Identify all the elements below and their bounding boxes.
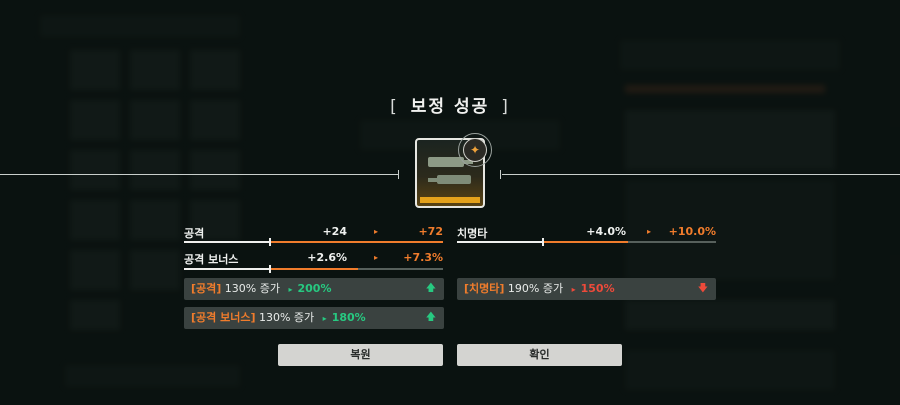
stat-old-value: +24 xyxy=(322,225,347,238)
title-right-bracket: ] xyxy=(501,97,510,117)
effect-row-attack-bonus: [공격 보너스] 130% 증가 ▸ 180% 🡅 xyxy=(184,307,444,329)
effect-old-value: 190% 증가 xyxy=(507,282,564,295)
increase-arrow-icon: 🡅 xyxy=(425,283,436,294)
effect-tag: [공격] xyxy=(191,282,222,295)
stat-label: 공격 보너스 xyxy=(184,253,239,266)
arrow-right-icon: ▸ xyxy=(288,285,293,294)
stat-old-value: +2.6% xyxy=(307,251,347,264)
increase-arrow-icon: 🡅 xyxy=(425,312,436,323)
effect-new-value: 150% xyxy=(580,282,615,295)
effect-row-critical: [치명타] 190% 증가 ▸ 150% 🡇 xyxy=(457,278,716,300)
confirm-button[interactable]: 확인 xyxy=(457,344,622,366)
divider-left-tick xyxy=(398,170,399,179)
arrow-right-icon: ▸ xyxy=(374,253,379,262)
stat-row-attack: 공격 +24 ▸ +72 xyxy=(184,225,443,241)
stat-bar-attack xyxy=(184,238,443,246)
stat-new-value: +7.3% xyxy=(403,251,443,264)
arrow-right-icon: ▸ xyxy=(374,227,379,236)
stat-label: 치명타 xyxy=(457,227,488,240)
arrow-right-icon: ▸ xyxy=(647,227,652,236)
arrow-right-icon: ▸ xyxy=(571,285,576,294)
stat-row-attack-bonus: 공격 보너스 +2.6% ▸ +7.3% xyxy=(184,251,443,267)
stat-new-value: +72 xyxy=(418,225,443,238)
stat-label: 공격 xyxy=(184,227,205,240)
effect-old-value: 130% 증가 xyxy=(224,282,280,295)
arrow-right-icon: ▸ xyxy=(322,314,327,323)
effect-new-value: 180% xyxy=(331,311,366,324)
stat-row-critical: 치명타 +4.0% ▸ +10.0% xyxy=(457,225,716,241)
divider-right xyxy=(502,174,900,175)
stat-bar-critical xyxy=(457,238,716,246)
title-text: 보정 성공 xyxy=(410,97,490,117)
title-left-bracket: [ xyxy=(390,97,399,117)
divider-left xyxy=(0,174,398,175)
stat-old-value: +4.0% xyxy=(586,225,626,238)
effect-old-value: 130% 증가 xyxy=(258,311,315,324)
result-title: [ 보정 성공] xyxy=(0,92,900,117)
stat-new-value: +10.0% xyxy=(668,225,716,238)
effect-tag: [치명타] xyxy=(464,282,505,295)
effect-tag: [공격 보너스] xyxy=(191,311,256,324)
divider-right-tick xyxy=(500,170,501,179)
effect-new-value: 200% xyxy=(297,282,332,295)
stat-bar-attack-bonus xyxy=(184,265,443,273)
decrease-arrow-icon: 🡇 xyxy=(697,283,708,294)
enhance-badge-icon: ✦ xyxy=(463,138,487,162)
effect-row-attack: [공격] 130% 증가 ▸ 200% 🡅 xyxy=(184,278,444,300)
rarity-bar xyxy=(420,197,480,203)
restore-button[interactable]: 복원 xyxy=(278,344,443,366)
